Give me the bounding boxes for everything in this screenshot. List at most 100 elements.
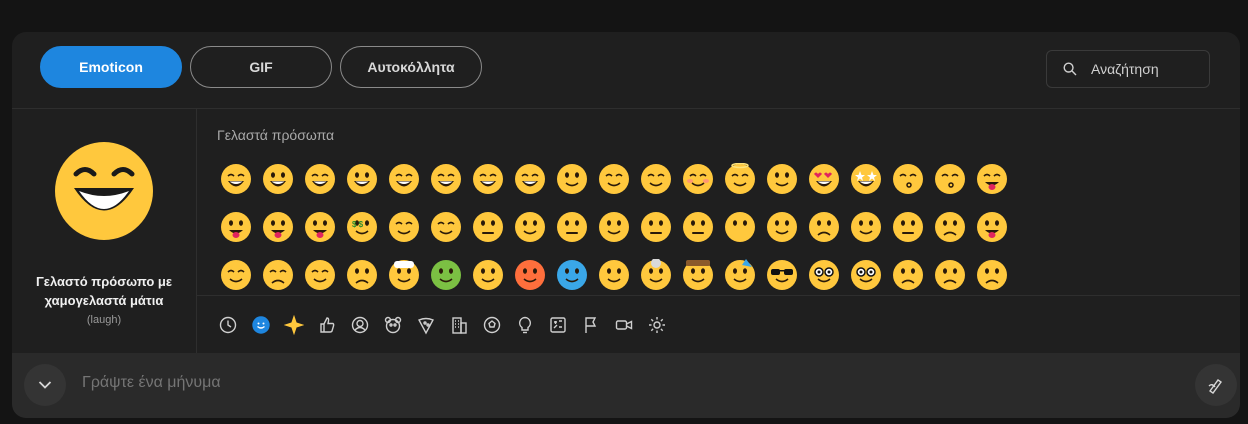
handwriting-button[interactable]: [1195, 364, 1237, 406]
emoji-zany[interactable]: [299, 209, 341, 257]
emoji-party[interactable]: [719, 257, 761, 295]
emoji-kiss[interactable]: [887, 161, 929, 209]
collapse-button[interactable]: [24, 364, 66, 406]
emoji-cold[interactable]: [551, 257, 593, 295]
emoji-tears-joy[interactable]: [509, 161, 551, 209]
emoji-yum[interactable]: [971, 161, 1013, 209]
emoji-smile[interactable]: [551, 161, 593, 209]
emoji-upside-down[interactable]: [593, 161, 635, 209]
hand-over-mouth-emoji-icon: [431, 212, 461, 242]
drool-emoji-icon: [977, 212, 1007, 242]
hot-emoji-icon: [515, 260, 545, 290]
preview-emoji-name: Γελαστό πρόσωπο με χαμογελαστά μάτια: [12, 272, 196, 310]
emoji-money-mouth[interactable]: $ $: [341, 209, 383, 257]
emoji-preview: Γελαστό πρόσωπο με χαμογελαστά μάτια (la…: [12, 109, 197, 353]
emoji-tongue-wink[interactable]: [257, 209, 299, 257]
emoji-star-struck[interactable]: [845, 161, 887, 209]
emoji-monocle[interactable]: [845, 257, 887, 295]
emoji-hot[interactable]: [509, 257, 551, 295]
category-smiley[interactable]: [244, 309, 277, 341]
search-field[interactable]: Αναζήτηση: [1046, 50, 1210, 88]
emoji-sneeze[interactable]: [467, 257, 509, 295]
emoji-nauseated[interactable]: [425, 257, 467, 295]
emoji-big-grin[interactable]: [341, 161, 383, 209]
emoji-woozy[interactable]: [593, 257, 635, 295]
emoji-sick[interactable]: [341, 257, 383, 295]
category-gear[interactable]: [640, 309, 673, 341]
emoji-halo[interactable]: [719, 161, 761, 209]
category-flag[interactable]: [574, 309, 607, 341]
emoji-cool[interactable]: [761, 257, 803, 295]
laugh-emoji-icon: [221, 164, 251, 194]
category-symbols[interactable]: [541, 309, 574, 341]
emoji-frown[interactable]: [929, 257, 971, 295]
cowboy-emoji-icon: [683, 260, 713, 290]
emoji-sweat-smile[interactable]: [425, 161, 467, 209]
emoji-exploding[interactable]: [635, 257, 677, 295]
emoji-hand-over-mouth[interactable]: [425, 209, 467, 257]
emoji-raised-brow[interactable]: [593, 209, 635, 257]
category-lightbulb[interactable]: [508, 309, 541, 341]
emoji-heart-eyes[interactable]: [803, 161, 845, 209]
bandage-emoji-icon: [389, 260, 419, 290]
category-sparkle[interactable]: [277, 309, 310, 341]
category-building[interactable]: [442, 309, 475, 341]
emoji-squint-laugh[interactable]: [383, 161, 425, 209]
sneeze-emoji-icon: [473, 260, 503, 290]
section-title: Γελαστά πρόσωπα: [217, 127, 335, 143]
category-person[interactable]: [343, 309, 376, 341]
whistle-emoji-icon: [935, 164, 965, 194]
emoji-eye-roll[interactable]: [845, 209, 887, 257]
emoji-confused[interactable]: [929, 209, 971, 257]
emoji-sad[interactable]: [971, 257, 1013, 295]
category-clock[interactable]: [211, 309, 244, 341]
party-emoji-icon: [725, 259, 755, 290]
emoji-grin[interactable]: [257, 161, 299, 209]
emoji-unamused[interactable]: [803, 209, 845, 257]
emoji-neutral[interactable]: [635, 209, 677, 257]
eyes-up-emoji-icon: [515, 212, 545, 242]
emoji-sleepy[interactable]: [299, 257, 341, 295]
emoji-eyes-up[interactable]: [509, 209, 551, 257]
emoji-smirk[interactable]: [761, 209, 803, 257]
squint-laugh-emoji-icon: [389, 164, 419, 194]
tab-gif[interactable]: GIF: [190, 46, 332, 88]
message-input[interactable]: [80, 373, 1084, 393]
clock-icon: [219, 316, 236, 334]
preview-name-line2: χαμογελαστά μάτια: [44, 293, 164, 308]
emoji-smile-teeth[interactable]: [299, 161, 341, 209]
emoji-tongue[interactable]: [215, 209, 257, 257]
tab-emoticon[interactable]: Emoticon: [40, 46, 182, 88]
emoji-devil-smile[interactable]: [761, 161, 803, 209]
tab-stickers[interactable]: Αυτοκόλλητα: [340, 46, 482, 88]
unamused-emoji-icon: [809, 212, 839, 242]
emoji-zipper[interactable]: [467, 209, 509, 257]
emoji-grimace[interactable]: [887, 209, 929, 257]
emoji-pensive[interactable]: [257, 257, 299, 295]
emoji-worried[interactable]: [887, 257, 929, 295]
emoji-relieved[interactable]: [215, 257, 257, 295]
emoji-nervous[interactable]: [551, 209, 593, 257]
raised-brow-emoji-icon: [599, 212, 629, 242]
emoji-blush[interactable]: [677, 161, 719, 209]
emoji-whistle[interactable]: [929, 161, 971, 209]
category-sports-ball[interactable]: [475, 309, 508, 341]
emoji-rofl[interactable]: [467, 161, 509, 209]
emoji-nerd[interactable]: [803, 257, 845, 295]
category-animal[interactable]: [376, 309, 409, 341]
emoji-no-mouth[interactable]: [719, 209, 761, 257]
emoji-expressionless[interactable]: [677, 209, 719, 257]
category-video[interactable]: [607, 309, 640, 341]
emoji-drool[interactable]: [971, 209, 1013, 257]
emoji-cowboy[interactable]: [677, 257, 719, 295]
picker-header: Emoticon GIF Αυτοκόλλητα Αναζήτηση: [12, 32, 1240, 109]
relieved-emoji-icon: [221, 260, 251, 290]
emoji-bandage[interactable]: [383, 257, 425, 295]
neutral-emoji-icon: [641, 212, 671, 242]
emoji-hug[interactable]: [383, 209, 425, 257]
category-thumbs-up[interactable]: [310, 309, 343, 341]
emoji-wink[interactable]: [635, 161, 677, 209]
category-food[interactable]: [409, 309, 442, 341]
emoji-laugh[interactable]: [215, 161, 257, 209]
tongue-emoji-icon: [221, 212, 251, 242]
